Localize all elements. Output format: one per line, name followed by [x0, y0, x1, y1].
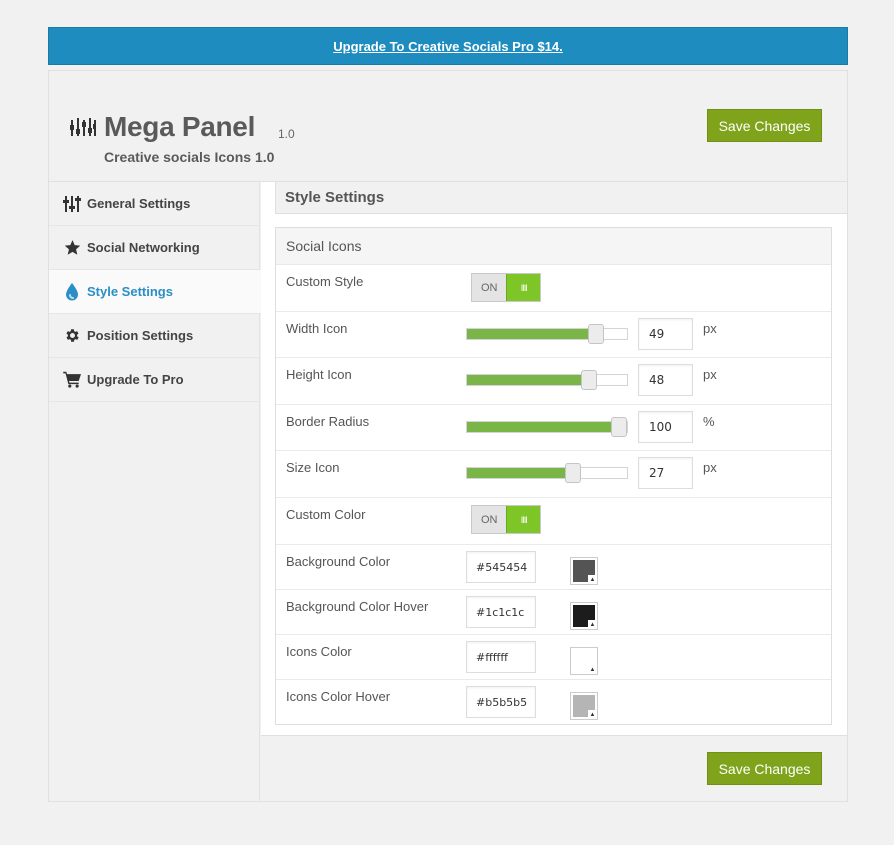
icons-color-input[interactable]	[466, 641, 536, 673]
height-icon-slider[interactable]	[466, 370, 628, 390]
icons-color-hover-swatch[interactable]: ▲	[570, 692, 598, 720]
border-radius-label: Border Radius	[286, 414, 370, 429]
width-icon-input[interactable]	[638, 318, 693, 350]
drop-icon	[49, 282, 87, 301]
height-icon-unit: px	[703, 367, 717, 382]
background-color-swatch[interactable]: ▲	[570, 557, 598, 585]
equalizer-logo-icon	[70, 118, 96, 136]
color-label: Icons Color Hover	[286, 689, 391, 704]
box-title: Social Icons	[276, 228, 831, 265]
icons-color-swatch[interactable]: ▲	[570, 647, 598, 675]
custom-color-label: Custom Color	[286, 507, 366, 522]
sidebar-item-label: Social Networking	[87, 240, 200, 255]
caret-icon: ▲	[588, 710, 597, 719]
width-icon-unit: px	[703, 321, 717, 336]
toggle-off-label: ON	[472, 274, 507, 301]
slider-handle[interactable]	[588, 324, 604, 344]
background-color-hover-swatch[interactable]: ▲	[570, 602, 598, 630]
main-content: Style Settings Social Icons Custom Style…	[261, 182, 848, 802]
width-icon-row: Width Icon px	[276, 312, 831, 358]
sidebar-item-label: Upgrade To Pro	[87, 372, 184, 387]
toggle-off-label: ON	[472, 506, 507, 533]
sidebar-item-label: General Settings	[87, 196, 191, 211]
sidebar: General Settings Social Networking Style…	[49, 182, 261, 802]
star-icon	[49, 239, 87, 256]
color-label: Background Color	[286, 554, 391, 569]
width-icon-label: Width Icon	[286, 321, 348, 336]
custom-style-label: Custom Style	[286, 274, 364, 289]
size-icon-row: Size Icon px	[276, 451, 831, 498]
color-label: Icons Color	[286, 644, 352, 659]
caret-icon: ▲	[588, 575, 597, 584]
size-icon-input[interactable]	[638, 457, 693, 489]
upgrade-banner: Upgrade To Creative Socials Pro $14.	[48, 27, 848, 65]
sidebar-item-label: Position Settings	[87, 328, 194, 343]
width-icon-slider[interactable]	[466, 324, 628, 344]
custom-color-toggle[interactable]: ON IIII	[471, 505, 541, 534]
sliders-icon	[49, 195, 87, 213]
border-radius-unit: %	[703, 414, 715, 429]
sidebar-item-label: Style Settings	[87, 284, 173, 299]
size-icon-slider[interactable]	[466, 463, 628, 483]
slider-fill	[467, 468, 573, 478]
upgrade-link[interactable]: Upgrade To Creative Socials Pro $14.	[333, 39, 563, 54]
height-icon-row: Height Icon px	[276, 358, 831, 405]
custom-color-row: Custom Color ON IIII	[276, 498, 831, 545]
save-button-top[interactable]: Save Changes	[707, 109, 822, 142]
background-color-row: Background Color ▲	[276, 545, 831, 590]
icons-color-hover-row: Icons Color Hover ▲	[276, 680, 831, 724]
height-icon-label: Height Icon	[286, 367, 352, 382]
toggle-on-label: IIII	[506, 274, 540, 301]
caret-icon: ▲	[588, 620, 597, 629]
sidebar-item-position-settings[interactable]: Position Settings	[49, 314, 260, 358]
custom-style-toggle[interactable]: ON IIII	[471, 273, 541, 302]
sidebar-item-social-networking[interactable]: Social Networking	[49, 226, 260, 270]
slider-fill	[467, 329, 596, 339]
save-button-bottom[interactable]: Save Changes	[707, 752, 822, 785]
size-icon-unit: px	[703, 460, 717, 475]
border-radius-slider[interactable]	[466, 417, 628, 437]
mega-panel: Mega Panel 1.0 Creative socials Icons 1.…	[48, 70, 848, 802]
background-color-hover-input[interactable]	[466, 596, 536, 628]
sidebar-item-upgrade-to-pro[interactable]: Upgrade To Pro	[49, 358, 260, 402]
background-color-hover-row: Background Color Hover ▲	[276, 590, 831, 635]
toggle-on-label: IIII	[506, 506, 540, 533]
page-title: Mega Panel	[104, 111, 256, 142]
color-label: Background Color Hover	[286, 599, 429, 614]
cart-icon	[49, 371, 87, 388]
page-subtitle: Creative socials Icons 1.0	[104, 149, 275, 165]
social-icons-box: Social Icons Custom Style ON IIII Width …	[275, 227, 832, 725]
custom-style-row: Custom Style ON IIII	[276, 265, 831, 312]
caret-icon: ▲	[588, 665, 597, 674]
slider-handle[interactable]	[611, 417, 627, 437]
panel-header: Mega Panel 1.0 Creative socials Icons 1.…	[49, 71, 847, 182]
icons-color-row: Icons Color ▲	[276, 635, 831, 680]
sidebar-item-style-settings[interactable]: Style Settings	[49, 270, 261, 314]
background-color-input[interactable]	[466, 551, 536, 583]
size-icon-label: Size Icon	[286, 460, 340, 475]
version-label: 1.0	[278, 127, 295, 141]
border-radius-input[interactable]	[638, 411, 693, 443]
icons-color-hover-input[interactable]	[466, 686, 536, 718]
gear-icon	[49, 327, 87, 344]
slider-fill	[467, 375, 589, 385]
border-radius-row: Border Radius %	[276, 405, 831, 451]
slider-handle[interactable]	[565, 463, 581, 483]
section-title: Style Settings	[275, 182, 848, 214]
height-icon-input[interactable]	[638, 364, 693, 396]
slider-fill	[467, 422, 619, 432]
slider-handle[interactable]	[581, 370, 597, 390]
sidebar-item-general-settings[interactable]: General Settings	[49, 182, 260, 226]
